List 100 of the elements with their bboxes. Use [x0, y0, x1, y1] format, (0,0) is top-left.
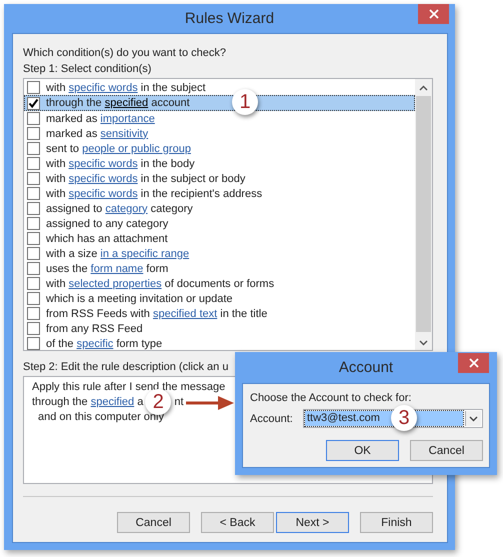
close-icon: [468, 358, 478, 368]
wizard-button[interactable]: Finish: [360, 512, 433, 533]
condition-item[interactable]: from RSS Feeds with specified text in the title: [24, 306, 415, 321]
condition-item[interactable]: with specific words in the subject or body: [24, 171, 415, 186]
scroll-down-icon[interactable]: [419, 340, 428, 346]
condition-text: in the body: [140, 158, 195, 170]
condition-text: assigned to any category: [46, 218, 168, 230]
checkbox[interactable]: [27, 96, 40, 110]
dialog-title: Account: [338, 359, 394, 376]
condition-text: category: [150, 202, 193, 214]
scrollbar[interactable]: [415, 79, 432, 350]
condition-text: with: [46, 158, 67, 170]
step-label: Step 1: Select condition(s): [23, 62, 152, 77]
wizard-button[interactable]: Cancel: [117, 512, 190, 533]
checkbox[interactable]: [27, 81, 40, 94]
step-number-badge: 2: [145, 389, 172, 416]
close-button[interactable]: [458, 353, 489, 373]
condition-text: of documents or forms: [164, 278, 274, 290]
condition-text: with a size: [46, 248, 98, 260]
step-number-badge: 1: [232, 89, 258, 115]
condition-item[interactable]: which has an attachment: [24, 231, 415, 246]
checkbox[interactable]: [27, 337, 40, 350]
condition-link[interactable]: category: [105, 202, 148, 214]
checkbox[interactable]: [27, 277, 40, 290]
dropdown-icon: [469, 416, 478, 422]
condition-text: uses the: [46, 262, 89, 274]
step-number-badge: 3: [391, 405, 417, 431]
close-button[interactable]: [418, 4, 449, 24]
checkbox[interactable]: [27, 157, 40, 170]
condition-item[interactable]: with a size in a specific range: [24, 246, 415, 261]
condition-text: marked as: [46, 128, 98, 140]
checkbox[interactable]: [27, 187, 40, 200]
checkbox[interactable]: [27, 172, 40, 185]
condition-text: with: [46, 82, 67, 94]
condition-link[interactable]: specific words: [68, 188, 138, 200]
condition-link[interactable]: specified: [104, 97, 148, 109]
condition-link[interactable]: specified text: [152, 308, 218, 320]
window-title: Rules Wizard: [184, 10, 274, 27]
condition-link[interactable]: specific words: [68, 172, 138, 184]
checkbox[interactable]: [27, 247, 40, 260]
checkbox[interactable]: [27, 217, 40, 230]
checkbox[interactable]: [27, 322, 40, 335]
dialog-button[interactable]: OK: [326, 440, 399, 461]
condition-text: form: [145, 262, 168, 274]
condition-item[interactable]: sent to people or public group: [24, 141, 415, 156]
arrow: [186, 395, 236, 411]
condition-text: with: [46, 278, 67, 290]
condition-text: form type: [115, 338, 162, 350]
condition-text: with: [46, 188, 67, 200]
checkbox[interactable]: [27, 262, 40, 275]
condition-text: with: [46, 172, 67, 184]
condition-item[interactable]: from any RSS Feed: [24, 321, 415, 336]
condition-text: sent to: [46, 142, 80, 154]
condition-item[interactable]: uses the form name form: [24, 261, 415, 276]
condition-link[interactable]: specific words: [68, 82, 138, 94]
checkbox[interactable]: [27, 112, 40, 125]
description-link[interactable]: specified: [90, 396, 134, 408]
condition-link[interactable]: importance: [100, 112, 155, 124]
description-text: a: [136, 396, 144, 408]
condition-text: in the subject: [140, 82, 206, 94]
condition-link[interactable]: specific words: [68, 158, 138, 170]
dialog-prompt: Choose the Account to check for:: [250, 391, 412, 406]
condition-item[interactable]: of the specific form type: [24, 336, 415, 351]
checkbox[interactable]: [27, 142, 40, 155]
condition-item[interactable]: which is a meeting invitation or update: [24, 291, 415, 306]
checkbox[interactable]: [27, 127, 40, 140]
condition-link[interactable]: specific: [76, 338, 114, 350]
condition-item[interactable]: assigned to category category: [24, 201, 415, 216]
condition-link[interactable]: sensitivity: [100, 128, 148, 140]
wizard-button[interactable]: < Back: [201, 512, 274, 533]
checkmark-icon: [28, 98, 39, 108]
condition-item[interactable]: with specific words in the body: [24, 156, 415, 171]
checkbox[interactable]: [27, 292, 40, 305]
condition-item[interactable]: assigned to any category: [24, 216, 415, 231]
description-text: nt: [174, 396, 184, 408]
condition-text: account: [150, 97, 190, 109]
condition-text: in the title: [219, 308, 268, 320]
dialog-button[interactable]: Cancel: [410, 440, 483, 461]
condition-text: which has an attachment: [46, 232, 168, 244]
close-icon: [428, 9, 438, 19]
condition-text: assigned to: [46, 202, 104, 214]
condition-text: in the subject or body: [140, 172, 246, 184]
condition-item[interactable]: with selected properties of documents or forms: [24, 276, 415, 291]
condition-link[interactable]: form name: [90, 262, 144, 274]
wizard-button[interactable]: Next >: [276, 512, 349, 533]
condition-item[interactable]: marked as sensitivity: [24, 126, 415, 141]
prompt-text: Which condition(s) do you want to check?: [23, 46, 226, 61]
condition-text: in the recipient's address: [140, 188, 262, 200]
condition-text: from any RSS Feed: [46, 322, 143, 334]
scroll-up-icon[interactable]: [419, 85, 428, 91]
condition-text: from RSS Feeds with: [46, 308, 151, 320]
condition-link[interactable]: selected properties: [68, 278, 162, 290]
condition-link[interactable]: in a specific range: [100, 248, 190, 260]
condition-link[interactable]: people or public group: [82, 142, 191, 154]
condition-text: of the: [46, 338, 75, 350]
scrollbar-thumb[interactable]: [416, 96, 431, 332]
condition-item[interactable]: with specific words in the recipient's address: [24, 186, 415, 201]
checkbox[interactable]: [27, 232, 40, 245]
checkbox[interactable]: [27, 307, 40, 320]
checkbox[interactable]: [27, 202, 40, 215]
